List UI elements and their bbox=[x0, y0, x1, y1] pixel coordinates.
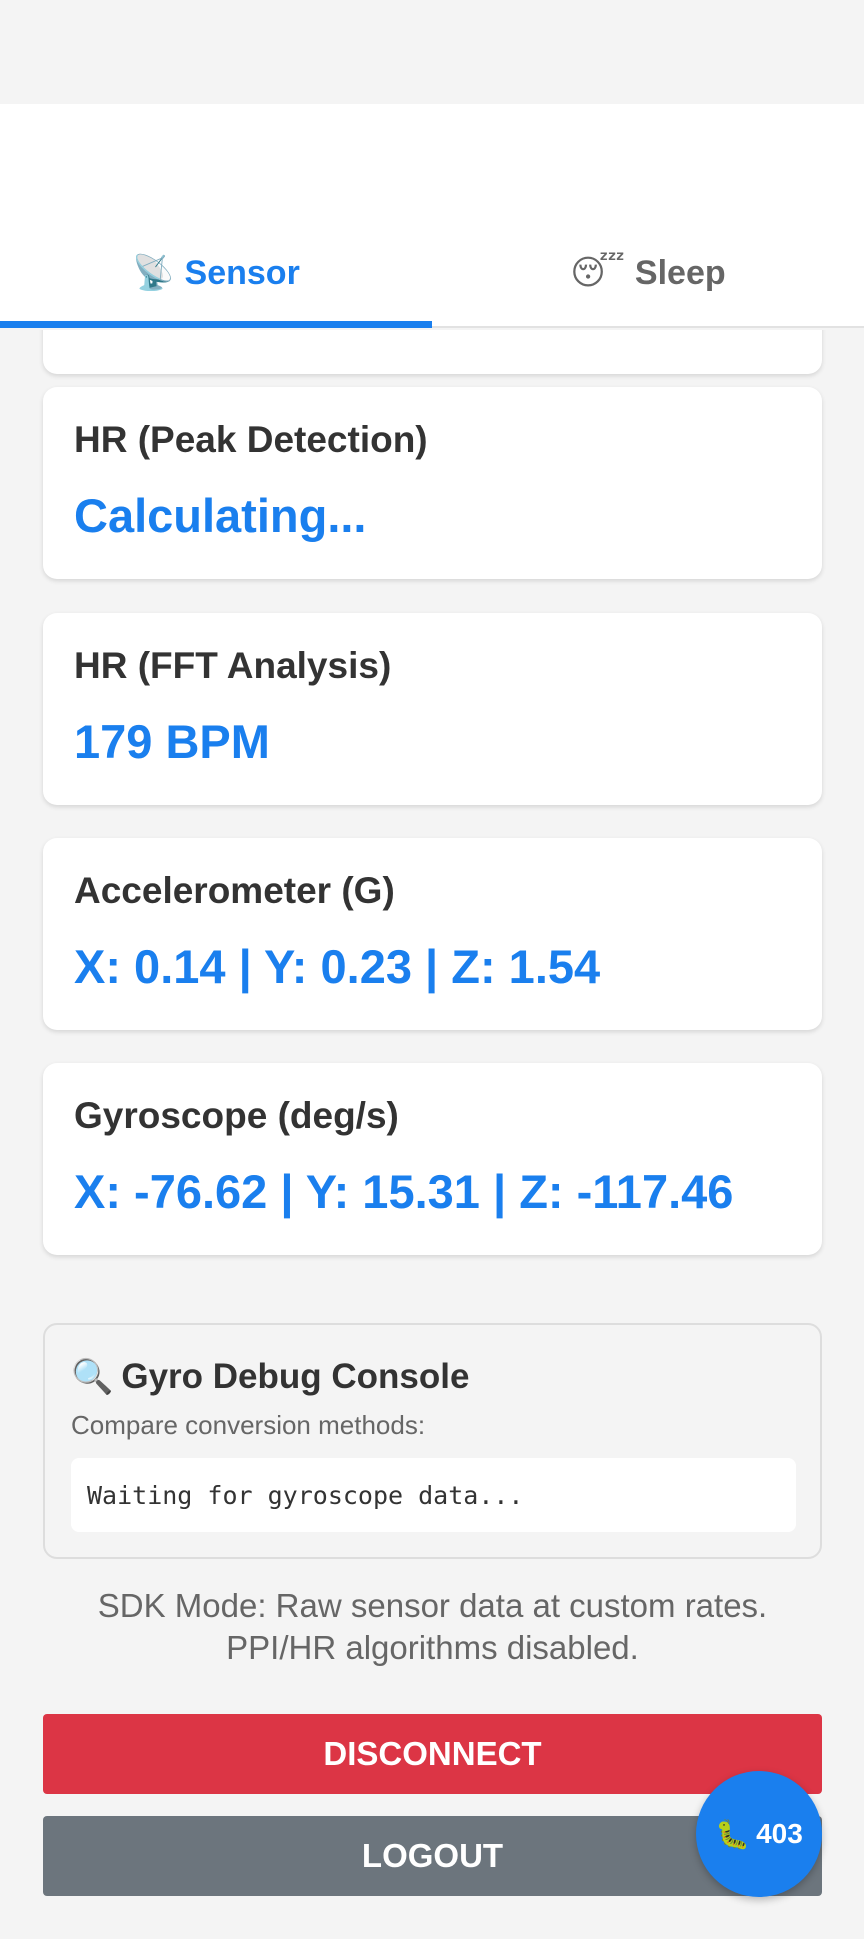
accelerometer-label: Accelerometer (G) bbox=[74, 870, 395, 911]
accelerometer-card: Accelerometer (G) X: 0.14 | Y: 0.23 | Z:… bbox=[43, 838, 822, 1030]
gyroscope-card: Gyroscope (deg/s) X: -76.62 | Y: 15.31 |… bbox=[43, 1063, 822, 1255]
hr-peak-label: HR (Peak Detection) bbox=[74, 419, 428, 460]
bug-icon: 🐛 bbox=[715, 1817, 751, 1851]
partial-card bbox=[43, 330, 822, 374]
hr-fft-card: HR (FFT Analysis) 179 BPM bbox=[43, 613, 822, 805]
status-bar-area bbox=[0, 0, 864, 104]
hr-fft-label: HR (FFT Analysis) bbox=[74, 645, 392, 686]
debug-console-subtitle: Compare conversion methods: bbox=[71, 1410, 426, 1440]
disconnect-button[interactable]: DISCONNECT bbox=[43, 1714, 822, 1794]
gyroscope-label: Gyroscope (deg/s) bbox=[74, 1095, 399, 1136]
debug-fab-button[interactable]: 🐛 403 bbox=[696, 1771, 822, 1897]
hr-peak-card: HR (Peak Detection) Calculating... bbox=[43, 387, 822, 579]
satellite-antenna-icon: 📡 bbox=[132, 253, 175, 293]
debug-console-output: Waiting for gyroscope data... bbox=[71, 1458, 796, 1532]
gyroscope-value: X: -76.62 | Y: 15.31 | Z: -117.46 bbox=[74, 1165, 734, 1218]
tab-sleep-label: Sleep bbox=[634, 253, 726, 292]
tab-sensor-label: Sensor bbox=[184, 253, 300, 292]
tab-sensor[interactable]: 📡 Sensor bbox=[0, 220, 432, 328]
tab-sleep[interactable]: 😴 Sleep bbox=[432, 220, 864, 326]
debug-console-title-text: Gyro Debug Console bbox=[121, 1357, 470, 1396]
debug-console-title: 🔍 Gyro Debug Console bbox=[71, 1357, 469, 1397]
magnifier-icon: 🔍 bbox=[71, 1357, 114, 1397]
hr-peak-value: Calculating... bbox=[74, 489, 367, 542]
hr-fft-value: 179 BPM bbox=[74, 715, 270, 768]
debug-fab-count: 403 bbox=[756, 1818, 803, 1849]
accelerometer-value: X: 0.14 | Y: 0.23 | Z: 1.54 bbox=[74, 940, 601, 993]
tab-bar: 📡 Sensor 😴 Sleep bbox=[0, 220, 864, 328]
gyro-debug-console: 🔍 Gyro Debug Console Compare conversion … bbox=[43, 1323, 822, 1559]
sensor-scroll-area[interactable]: HR (Peak Detection) Calculating... HR (F… bbox=[0, 330, 864, 1939]
sleeping-face-icon: 😴 bbox=[570, 253, 625, 293]
sdk-mode-note: SDK Mode: Raw sensor data at custom rate… bbox=[97, 1587, 768, 1666]
